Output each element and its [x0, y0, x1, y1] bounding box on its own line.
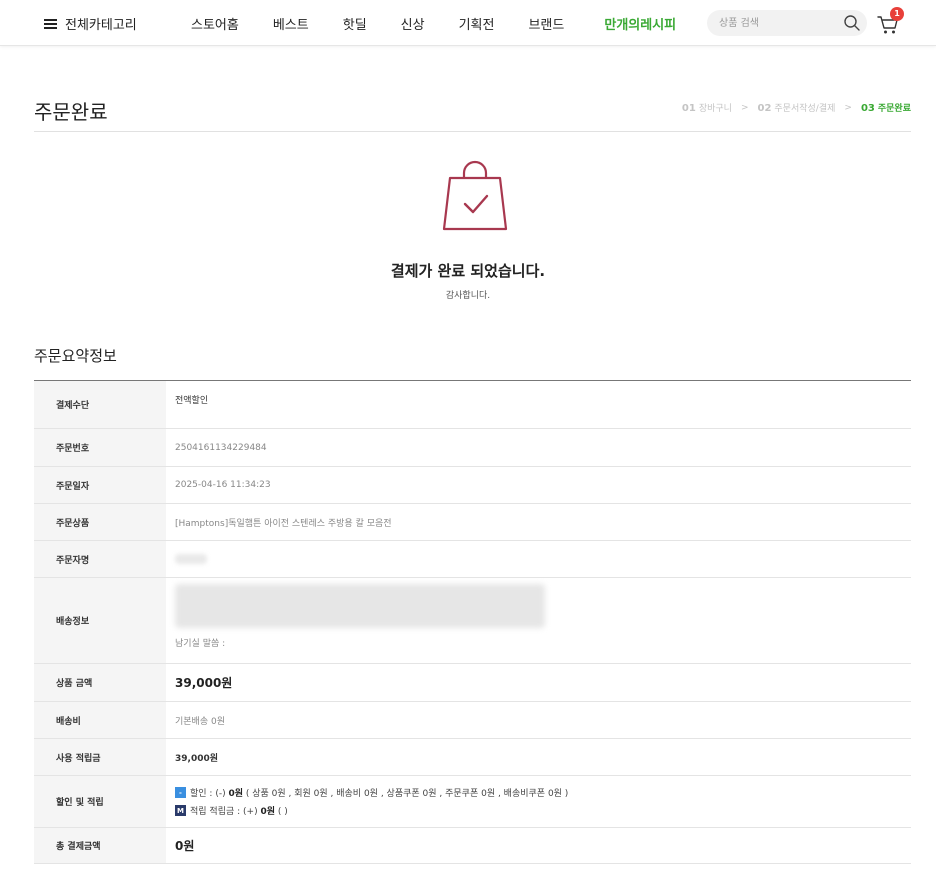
- search-input[interactable]: [719, 15, 829, 31]
- title-divider: [34, 131, 911, 132]
- nav-exhibition[interactable]: 기획전: [459, 14, 495, 33]
- table-row: 주문자명: [34, 541, 911, 578]
- nav-store-home[interactable]: 스토어홈: [191, 14, 239, 33]
- nav-hot-deal[interactable]: 핫딜: [343, 14, 367, 33]
- points-used-label: 사용 적립금: [34, 739, 166, 775]
- table-row: 결제수단 전액할인: [34, 381, 911, 429]
- step-checkout: 02 주문서작성/결제: [757, 103, 836, 114]
- table-row: 사용 적립금 39,000원: [34, 739, 911, 776]
- discount-line: - 할인 : (-) 0원 ( 상품 0원 , 회원 0원 , 배송비 0원 ,…: [175, 786, 911, 799]
- table-row: 주문상품 [Hamptons]독일햄튼 아이전 스텐레스 주방용 칼 모음전: [34, 504, 911, 541]
- orderer-name-redacted: [175, 554, 207, 564]
- hamburger-icon: [44, 18, 57, 29]
- nav-10000recipe-logo[interactable]: 만개의레시피: [604, 14, 676, 33]
- shipping-address-redacted: [175, 584, 545, 628]
- step-complete: 03 주문완료: [860, 103, 911, 114]
- table-row: 주문일자 2025-04-16 11:34:23: [34, 467, 911, 504]
- mileage-icon: M: [175, 805, 186, 816]
- order-product-value: [Hamptons]독일햄튼 아이전 스텐레스 주방용 칼 모음전: [175, 518, 392, 529]
- thanks-text: 감사합니다.: [445, 291, 491, 301]
- shipping-info-label: 배송정보: [34, 578, 166, 663]
- table-row: 상품 금액 39,000원: [34, 664, 911, 702]
- payment-complete-message: 결제가 완료 되었습니다.: [390, 262, 546, 280]
- step-cart: 01 장바구니: [681, 103, 732, 114]
- summary-title: 주문요약정보: [34, 347, 117, 365]
- step-separator-icon: >: [740, 102, 749, 113]
- cart-button[interactable]: 1: [876, 7, 904, 37]
- table-row: 배송정보 남기실 말씀 :: [34, 578, 911, 664]
- discount-points-label: 할인 및 적립: [34, 776, 166, 827]
- payment-method-label: 결제수단: [34, 381, 166, 428]
- shipping-fee-label: 배송비: [34, 702, 166, 738]
- search-icon[interactable]: [843, 14, 861, 32]
- table-row: 주문번호 2504161134229484: [34, 429, 911, 467]
- nav-best[interactable]: 베스트: [273, 14, 309, 33]
- points-used-value: 39,000원: [175, 753, 219, 764]
- cart-count-badge: 1: [890, 7, 904, 21]
- total-payment-label: 총 결제금액: [34, 828, 166, 863]
- order-summary-table: 결제수단 전액할인 주문번호 2504161134229484 주문일자 202…: [34, 380, 911, 864]
- nav-brand[interactable]: 브랜드: [528, 14, 564, 33]
- all-categories-button[interactable]: 전체카테고리: [44, 14, 137, 33]
- product-amount-value: 39,000원: [175, 676, 233, 690]
- order-date-label: 주문일자: [34, 467, 166, 503]
- minus-icon: -: [175, 787, 186, 798]
- order-date-value: 2025-04-16 11:34:23: [175, 480, 271, 490]
- order-number-label: 주문번호: [34, 429, 166, 466]
- orderer-label: 주문자명: [34, 541, 166, 577]
- table-row: 총 결제금액 0원: [34, 828, 911, 864]
- payment-method-value: 전액할인: [175, 396, 209, 406]
- product-amount-label: 상품 금액: [34, 664, 166, 701]
- points-earned-line: M 적립 적립금 : (+) 0원 ( ): [175, 804, 911, 817]
- shipping-memo: 남기실 말씀 :: [175, 639, 226, 649]
- all-categories-label: 전체카테고리: [65, 18, 137, 33]
- total-payment-value: 0원: [175, 839, 195, 853]
- table-row: 배송비 기본배송 0원: [34, 702, 911, 739]
- order-number-value: 2504161134229484: [175, 442, 267, 453]
- table-row: 할인 및 적립 - 할인 : (-) 0원 ( 상품 0원 , 회원 0원 , …: [34, 776, 911, 828]
- order-steps: 01 장바구니 > 02 주문서작성/결제 > 03 주문완료: [681, 101, 911, 115]
- step-separator-icon: >: [844, 102, 852, 113]
- search-box: [707, 10, 867, 36]
- nav-new[interactable]: 신상: [401, 14, 425, 33]
- top-header: 전체카테고리 스토어홈 베스트 핫딜 신상 기획전 브랜드 만개의레시피 1: [0, 0, 936, 46]
- order-product-label: 주문상품: [34, 504, 166, 540]
- main-nav: 스토어홈 베스트 핫딜 신상 기획전 브랜드 만개의레시피: [191, 14, 676, 33]
- page-title: 주문완료: [34, 100, 108, 124]
- shopping-bag-check-icon: [442, 160, 508, 231]
- shipping-fee-value: 기본배송 0원: [175, 716, 225, 727]
